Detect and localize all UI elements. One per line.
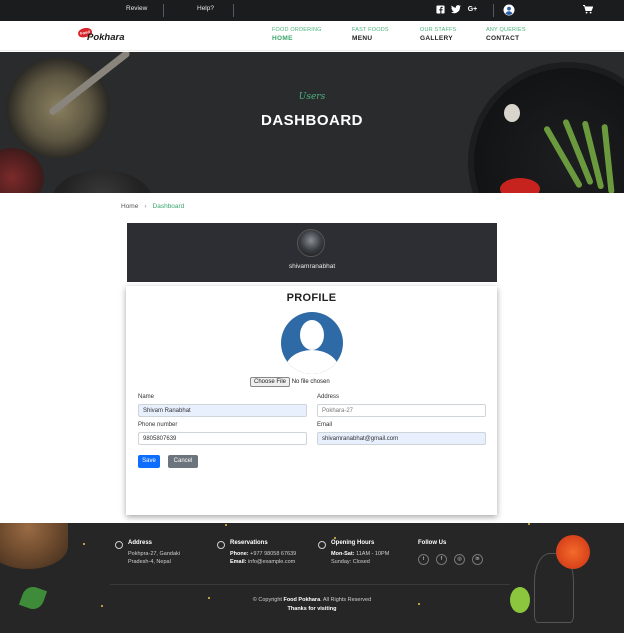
- hero-banner: Users DASHBOARD: [0, 52, 624, 193]
- pizza-image: [0, 523, 68, 569]
- nav-item-sub: FAST FOODS: [352, 27, 389, 33]
- nav-item-menu[interactable]: FAST FOODS MENU: [352, 27, 389, 42]
- top-bar: Review Help? G+: [0, 0, 624, 21]
- phone-label: Phone:: [230, 551, 249, 557]
- cancel-button[interactable]: Cancel: [168, 455, 198, 468]
- top-divider: [163, 4, 164, 17]
- sparkle-dot: [225, 524, 227, 526]
- profile-avatar-icon: [281, 312, 343, 374]
- name-field[interactable]: Shivam Ranabhat: [138, 404, 307, 417]
- top-divider: [493, 4, 494, 17]
- file-upload: Choose File No file chosen: [250, 377, 330, 387]
- username: shivamranabhat: [288, 263, 336, 270]
- help-link[interactable]: Help?: [197, 5, 214, 12]
- page-title: DASHBOARD: [261, 112, 363, 129]
- file-status: No file chosen: [291, 379, 330, 385]
- facebook-icon[interactable]: [435, 5, 445, 15]
- main-nav: Food Pokhara FOOD ORDERING HOME FAST FOO…: [0, 21, 624, 51]
- instagram-icon[interactable]: ◎: [454, 554, 465, 565]
- address-line: Pokhpra-27, Gandaki: [128, 551, 180, 557]
- address-line: Pradesh-4, Nepal: [128, 559, 171, 565]
- cart-icon[interactable]: [583, 5, 594, 15]
- email-label: Email: [317, 422, 333, 428]
- name-label: Name: [138, 394, 155, 400]
- hours-line: Sunday: Closed: [331, 559, 370, 565]
- nav-item-label: MENU: [352, 35, 373, 42]
- thanks-text: Thanks for visiting: [287, 606, 337, 612]
- footer: Address Pokhpra-27, Gandaki Pradesh-4, N…: [0, 523, 624, 633]
- footer-address: Address Pokhpra-27, Gandaki Pradesh-4, N…: [115, 540, 180, 565]
- linkedin-icon[interactable]: in: [472, 554, 483, 565]
- phone-number[interactable]: +977 98058 67639: [250, 551, 296, 557]
- choose-file-button[interactable]: Choose File: [250, 377, 291, 387]
- profile-title: PROFILE: [286, 292, 337, 304]
- email-address[interactable]: info@example.com: [248, 559, 295, 565]
- hero-script: Users: [298, 92, 326, 102]
- user-banner: shivamranabhat: [127, 223, 497, 282]
- hours-label: Mon-Sat:: [331, 551, 355, 557]
- avatar-body: [285, 350, 339, 374]
- phone-field[interactable]: 9805807639: [138, 432, 307, 445]
- phone-icon: [217, 541, 225, 549]
- logo-wordmark: Pokhara: [87, 32, 125, 43]
- google-plus-icon[interactable]: G+: [466, 5, 479, 15]
- nav-item-sub: OUR STAFFS: [420, 27, 457, 33]
- nav-item-home[interactable]: FOOD ORDERING HOME: [272, 27, 322, 42]
- email-label: Email:: [230, 559, 247, 565]
- save-button[interactable]: Save: [138, 455, 160, 468]
- breadcrumb-current: Dashboard: [152, 203, 185, 210]
- facebook-icon[interactable]: f: [436, 554, 447, 565]
- phone-label: Phone number: [138, 422, 178, 428]
- profile-card: PROFILE Choose File No file chosen Name …: [126, 286, 497, 515]
- sparkle-dot: [334, 537, 336, 539]
- chevron-right-icon: ›: [144, 203, 147, 210]
- address-field[interactable]: Pokhara-27: [317, 404, 486, 417]
- footer-hours: Opening Hours Mon-Sat: 11AM - 10PM Sunda…: [318, 540, 390, 565]
- nav-item-gallery[interactable]: OUR STAFFS GALLERY: [420, 27, 456, 42]
- twitter-icon[interactable]: t: [418, 554, 429, 565]
- nav-item-sub: FOOD ORDERING: [272, 27, 322, 33]
- user-icon[interactable]: [503, 4, 515, 16]
- footer-heading: Address: [128, 540, 153, 546]
- top-divider: [233, 4, 234, 17]
- review-link[interactable]: Review: [126, 5, 147, 12]
- sparkle-dot: [418, 603, 420, 605]
- nav-item-sub: ANY QUERIES: [486, 27, 526, 33]
- sparkle-dot: [83, 543, 85, 545]
- copyright-prefix: © Copyright: [252, 597, 282, 603]
- address-label: Address: [317, 394, 340, 400]
- hours-value: 11AM - 10PM: [356, 551, 390, 557]
- avatar-head: [300, 320, 324, 350]
- footer-heading: Opening Hours: [331, 540, 375, 546]
- copyright: © Copyright Food Pokhara. All Rights Res…: [0, 597, 624, 603]
- brand-logo[interactable]: Food Pokhara: [77, 26, 125, 44]
- twitter-icon[interactable]: [451, 5, 461, 15]
- footer-follow: Follow Us: [418, 540, 446, 546]
- footer-heading: Follow Us: [418, 540, 447, 546]
- avatar: [297, 229, 325, 257]
- nav-item-label: HOME: [272, 35, 293, 42]
- copyright-brand: Food Pokhara: [283, 597, 321, 603]
- location-icon: [115, 541, 123, 549]
- nav-item-label: CONTACT: [486, 35, 520, 42]
- copyright-suffix: . All Rights Reserved: [320, 597, 372, 603]
- footer-reservations: Reservations Phone: +977 98058 67639 Ema…: [217, 540, 296, 565]
- bowl-image: [52, 170, 152, 193]
- clock-icon: [318, 541, 326, 549]
- tomato-image: [556, 535, 590, 569]
- pepper-bowl-image: [0, 148, 44, 193]
- breadcrumb: Home › Dashboard: [121, 203, 184, 210]
- email-field[interactable]: shivamranabhat@gmail.com: [317, 432, 486, 445]
- nav-item-contact[interactable]: ANY QUERIES CONTACT: [486, 27, 526, 42]
- nav-item-label: GALLERY: [420, 35, 453, 42]
- sparkle-dot: [528, 523, 530, 525]
- pepper-image: [500, 178, 540, 193]
- footer-divider: [110, 584, 510, 585]
- breadcrumb-home[interactable]: Home: [121, 203, 138, 210]
- footer-heading: Reservations: [230, 540, 268, 546]
